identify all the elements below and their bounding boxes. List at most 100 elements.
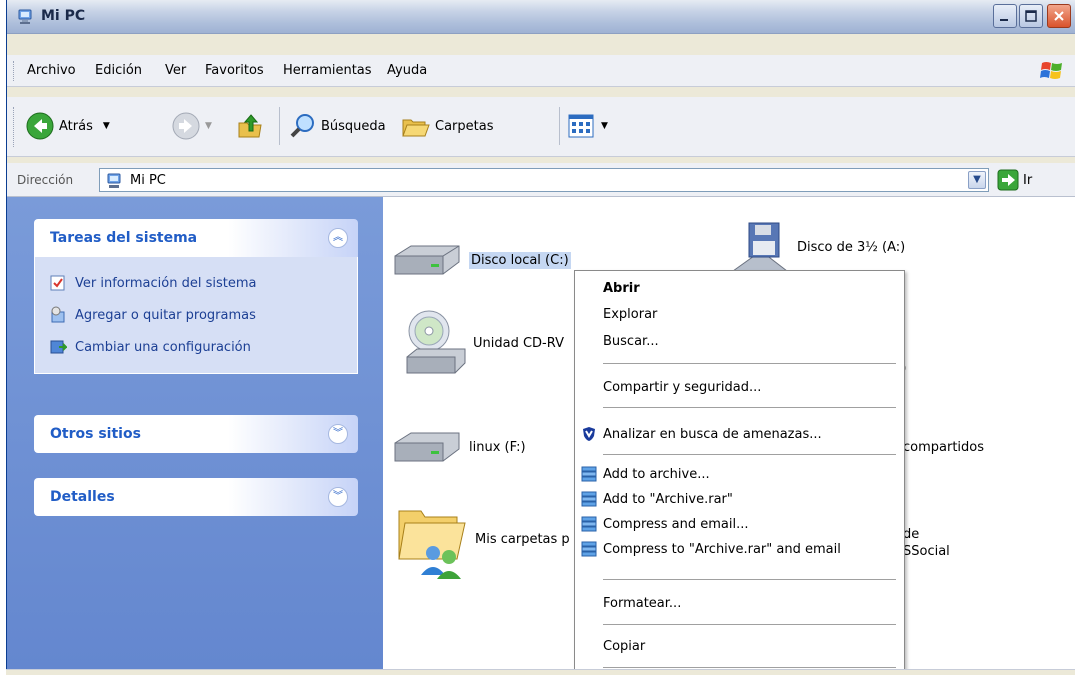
drive-f[interactable]: linux (F:) (391, 429, 526, 465)
ctx-label: Abrir (603, 280, 640, 296)
menu-favoritos[interactable]: Favoritos (205, 63, 264, 78)
partial-shared-label: compartidos (903, 440, 985, 455)
task-view-system-info[interactable]: Ver información del sistema (49, 267, 343, 299)
address-input[interactable]: Mi PC ▼ (99, 168, 989, 192)
hard-drive-icon (394, 432, 460, 462)
ctx-label: Compress to "Archive.rar" and email (603, 541, 841, 557)
ctx-buscar[interactable]: Buscar... (575, 329, 904, 353)
add-remove-programs-icon (51, 306, 65, 323)
ctx-compartir[interactable]: Compartir y seguridad... (575, 375, 904, 399)
shield-icon (583, 427, 595, 441)
window-bottom-border (6, 669, 1075, 675)
winrar-icon (581, 516, 597, 532)
menu-edicion[interactable]: Edición (95, 63, 142, 78)
shared-folders[interactable]: Mis carpetas p (393, 497, 570, 581)
system-tasks-body: Ver información del sistema Agregar o qu… (34, 257, 358, 374)
folders-label: Carpetas (435, 118, 494, 134)
context-menu: Abrir Explorar Buscar... Compartir y seg… (574, 270, 905, 675)
search-label: Búsqueda (321, 118, 386, 134)
window-title: Mi PC (41, 8, 86, 24)
ctx-label: Compress and email... (603, 516, 749, 532)
winrar-icon (581, 466, 597, 482)
ctx-add-archive[interactable]: Add to archive... (575, 462, 904, 486)
up-folder-icon (238, 114, 262, 138)
menu-ayuda[interactable]: Ayuda (387, 63, 427, 78)
go-button[interactable]: Ir (997, 169, 1032, 191)
ctx-separator (603, 579, 896, 580)
menu-archivo[interactable]: Archivo (27, 63, 76, 78)
drive-label: Disco local (C:) (469, 251, 571, 269)
ctx-formatear[interactable]: Formatear... (575, 591, 904, 615)
ctx-copiar[interactable]: Copiar (575, 634, 904, 658)
drive-label: Disco de 3½ (A:) (797, 239, 906, 255)
task-add-remove-programs[interactable]: Agregar o quitar programas (49, 299, 343, 331)
back-button[interactable]: Atrás ▼ (25, 109, 110, 143)
menu-ver[interactable]: Ver (165, 63, 186, 78)
ctx-label: Add to archive... (603, 466, 710, 482)
back-arrow-icon (26, 112, 54, 140)
menu-bar: Archivo Edición Ver Favoritos Herramient… (7, 55, 1075, 87)
menubar-grip (13, 61, 16, 81)
windows-logo-icon (1040, 62, 1062, 79)
drive-c[interactable]: Disco local (C:) (391, 242, 571, 278)
system-tasks-header[interactable]: Tareas del sistema ︽ (34, 219, 358, 257)
ctx-compress-rar-email[interactable]: Compress to "Archive.rar" and email (575, 537, 904, 561)
details-header[interactable]: Detalles ︾ (34, 478, 358, 516)
ctx-label: Buscar... (603, 333, 659, 349)
ctx-abrir[interactable]: Abrir (575, 276, 904, 300)
partial-label-ssocial: SSocial (903, 544, 950, 559)
forward-dropdown-icon[interactable]: ▼ (205, 121, 212, 131)
address-dropdown-button[interactable]: ▼ (968, 171, 986, 189)
ctx-add-archive-rar[interactable]: Add to "Archive.rar" (575, 487, 904, 511)
winrar-icon (581, 541, 597, 557)
details-title: Detalles (50, 489, 115, 505)
explorer-window: Mi PC Archivo Edición Ver Favoritos Herr… (6, 0, 1075, 675)
expand-chevron-icon[interactable]: ︾ (328, 424, 348, 444)
address-value: Mi PC (130, 173, 166, 188)
close-button[interactable] (1047, 4, 1071, 28)
folders-icon (402, 119, 430, 137)
expand-chevron-icon[interactable]: ︾ (328, 487, 348, 507)
maximize-button[interactable] (1019, 4, 1043, 28)
ctx-separator (603, 454, 896, 455)
minimize-button[interactable] (993, 4, 1017, 28)
other-places-panel: Otros sitios ︾ (34, 415, 358, 453)
system-tasks-panel: Tareas del sistema ︽ Ver información del… (34, 219, 358, 374)
search-icon (290, 114, 314, 138)
ctx-separator (603, 667, 896, 668)
back-dropdown-icon[interactable]: ▼ (103, 121, 110, 131)
other-places-header[interactable]: Otros sitios ︾ (34, 415, 358, 453)
my-computer-icon (18, 9, 32, 24)
cd-drive-icon (406, 310, 466, 374)
system-tasks-title: Tareas del sistema (50, 230, 198, 246)
ctx-compress-email[interactable]: Compress and email... (575, 512, 904, 536)
views-icon (568, 114, 594, 138)
folders-button[interactable]: Carpetas (401, 109, 493, 143)
views-button[interactable]: ▼ (567, 109, 608, 143)
toolbar: Atrás ▼ ▼ Búsqueda Carpetas ▼ (7, 97, 1075, 157)
title-bar[interactable]: Mi PC (7, 0, 1075, 34)
collapse-chevron-icon[interactable]: ︽ (328, 228, 348, 248)
control-panel-icon (50, 340, 67, 354)
ctx-explorar[interactable]: Explorar (575, 302, 904, 326)
search-button[interactable]: Búsqueda (289, 109, 386, 143)
menu-herramientas[interactable]: Herramientas (283, 63, 372, 78)
ctx-analizar[interactable]: Analizar en busca de amenazas... (575, 422, 904, 446)
details-panel: Detalles ︾ (34, 478, 358, 516)
up-folder-button[interactable] (235, 109, 265, 143)
address-label: Dirección (17, 173, 74, 187)
forward-arrow-icon (172, 112, 200, 140)
toolbar-separator (279, 107, 280, 145)
floppy-drive[interactable]: Disco de 3½ (A:) (731, 221, 905, 273)
drive-cd[interactable]: Unidad CD-RV (403, 307, 564, 379)
hard-drive-icon (394, 245, 460, 275)
winrar-icon (581, 491, 597, 507)
task-change-setting[interactable]: Cambiar una configuración (49, 331, 343, 363)
drive-label: linux (F:) (469, 439, 526, 455)
forward-button[interactable]: ▼ (171, 109, 212, 143)
my-computer-icon (107, 173, 121, 188)
ctx-label: Explorar (603, 306, 658, 322)
ctx-separator (603, 363, 896, 364)
system-info-icon (50, 275, 65, 291)
task-label: Cambiar una configuración (75, 339, 251, 355)
